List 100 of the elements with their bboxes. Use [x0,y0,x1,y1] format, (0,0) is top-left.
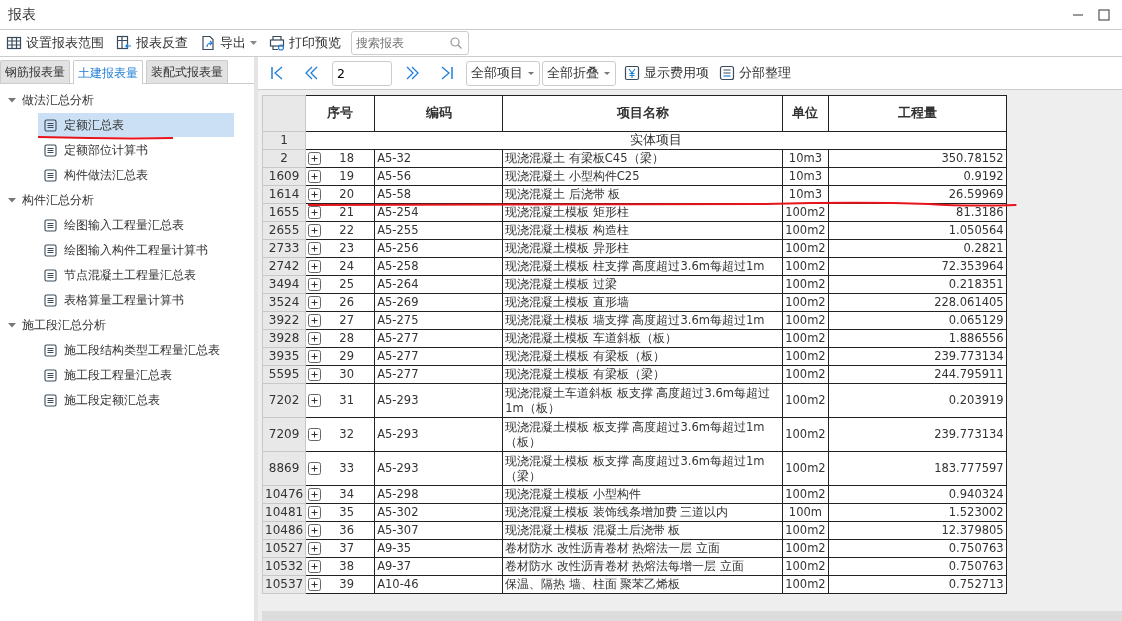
toolbar-button[interactable]: 打印预览 [267,33,343,53]
group-row-cell: 实体项目 [305,131,1007,150]
expand-icon[interactable] [308,332,322,345]
expand-icon[interactable] [308,524,322,537]
table-cell: 现浇混凝土 有梁板C45（梁） [502,149,783,168]
table-cell: 现浇混凝土模板 装饰线条增加费 三道以内 [502,503,783,522]
tree-item[interactable]: 定额汇总表 [38,113,234,137]
report-icon [44,393,57,407]
table-cell: A5-254 [374,203,503,222]
table-cell: 现浇混凝土模板 车道斜板（板） [502,329,783,348]
table-cell-text: 23 [338,241,355,256]
printer-icon [269,35,285,51]
table-cell-text: 38 [338,559,355,574]
toolbar-button[interactable]: 报表反查 [114,33,190,53]
report-icon [44,118,57,132]
tree-item[interactable]: 施工段工程量汇总表 [38,363,234,387]
table-cell: 现浇混凝土模板 小型构件 [502,485,783,504]
tree-item[interactable]: 构件做法汇总表 [38,163,234,187]
expand-icon[interactable] [308,488,322,501]
toolbar-button[interactable]: 分部整理 [717,63,793,83]
tree-item[interactable]: 绘图输入构件工程量计算书 [38,238,234,262]
table-cell: 0.752713 [828,575,1007,594]
expand-icon[interactable] [308,394,322,407]
expand-icon[interactable] [308,260,322,273]
table-cell: A9-35 [374,539,503,558]
table-cell: 100m2 [782,239,829,258]
tree-item[interactable]: 节点混凝土工程量汇总表 [38,263,234,287]
toolbar-button[interactable]: 显示费用项 [622,63,711,83]
expand-icon[interactable] [308,206,322,219]
table-cell: 0.065129 [828,311,1007,330]
table-cell: 现浇混凝土模板 有梁板（梁） [502,365,783,384]
expand-icon[interactable] [308,350,322,363]
table-cell-text: 21 [338,205,355,220]
table-cell: 0.218351 [828,275,1007,294]
expand-icon[interactable] [308,578,322,591]
expand-icon[interactable] [308,560,322,573]
expand-icon[interactable] [308,314,322,327]
expand-icon[interactable] [308,296,322,309]
tree-item[interactable]: 施工段定额汇总表 [38,388,234,412]
table-cell-text: 34 [338,487,355,502]
table-cell: 100m2 [782,521,829,540]
tree-item[interactable]: 施工段结构类型工程量汇总表 [38,338,234,362]
expand-icon[interactable] [308,188,322,201]
table-cell: 0.203919 [828,383,1007,418]
table-cell: A10-46 [374,575,503,594]
expand-icon[interactable] [308,242,322,255]
table-cell-text: 32 [338,427,355,442]
expand-icon[interactable] [308,368,322,381]
tree-item[interactable]: 表格算量工程量计算书 [38,288,234,312]
table-cell-text: 22 [338,223,355,238]
report-icon [44,218,57,232]
tree-item[interactable]: 绘图输入工程量汇总表 [38,213,234,237]
tree-group[interactable]: 构件汇总分析 [0,188,254,212]
table-cell: 卷材防水 改性沥青卷材 热熔法一层 立面 [502,539,783,558]
report-icon [44,243,57,257]
table-cell: A5-258 [374,257,503,276]
table-cell: 现浇混凝土模板 直形墙 [502,293,783,312]
table-cell-text: 30 [338,367,355,382]
table-cell: 现浇混凝土模板 矩形柱 [502,203,783,222]
dropdown[interactable]: 全部项目 [466,60,540,86]
expand-icon[interactable] [308,170,322,183]
tab[interactable]: 装配式报表量 [146,60,228,83]
table-cell: A5-269 [374,293,503,312]
table-cell: A5-307 [374,521,503,540]
search-field[interactable]: 搜索报表 [351,31,469,55]
expand-icon[interactable] [308,542,322,555]
table-cell-text: 39 [338,577,355,592]
tree-item[interactable]: 定额部位计算书 [38,138,234,162]
table-cell: A5-32 [374,149,503,168]
tab[interactable]: 钢筋报表量 [0,60,70,83]
table-cell: 现浇混凝土模板 异形柱 [502,239,783,258]
expand-icon[interactable] [308,278,322,291]
expand-icon[interactable] [308,224,322,237]
table-cell: A5-275 [374,311,503,330]
expand-icon[interactable] [308,152,322,165]
table-cell: A5-255 [374,221,503,240]
expand-icon[interactable] [308,462,322,475]
table-cell: 81.3186 [828,203,1007,222]
table-cell: 228.061405 [828,293,1007,312]
table-cell-text: 37 [338,541,355,556]
table-cell: A5-56 [374,167,503,186]
page-number-field[interactable]: 2 [332,60,392,86]
list-icon [719,65,735,81]
expand-icon[interactable] [308,506,322,519]
tree-group[interactable]: 施工段汇总分析 [0,313,254,337]
expand-icon[interactable] [308,428,322,441]
table-cell-text: 26 [338,295,355,310]
maximize-icon[interactable] [1098,8,1110,21]
toolbar-button[interactable]: 导出 [198,33,259,53]
table-cell: 239.773134 [828,347,1007,366]
tab[interactable]: 土建报表量 [73,60,143,84]
table-cell: 0.9192 [828,167,1007,186]
table-cell-text: 24 [338,259,355,274]
table-cell: 100m2 [782,485,829,504]
toolbar-button[interactable]: 设置报表范围 [4,33,106,53]
table-cell: A5-277 [374,329,503,348]
table-cell-text: 31 [338,393,355,408]
table-cell: 100m2 [782,365,829,384]
tree-group[interactable]: 做法汇总分析 [0,88,254,112]
dropdown[interactable]: 全部折叠 [542,60,616,86]
